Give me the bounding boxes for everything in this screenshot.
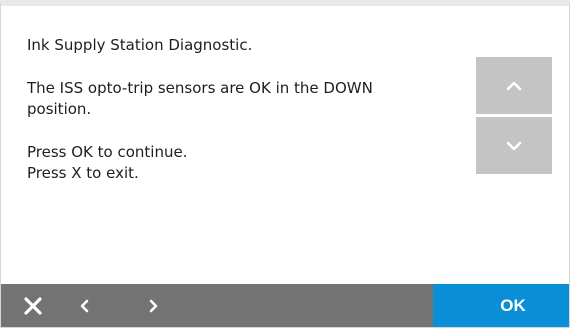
scroll-down-button[interactable] [476,117,552,174]
chevron-left-icon [80,299,89,312]
instruction-exit: Press X to exit. [27,164,139,182]
chevron-right-icon [149,299,158,312]
instruction-continue: Press OK to continue. [27,143,188,161]
ok-button[interactable]: OK [433,284,569,327]
scroll-up-button[interactable] [476,57,552,114]
diagnostic-screen: Ink Supply Station Diagnostic. The ISS o… [0,0,570,328]
message-panel: Ink Supply Station Diagnostic. The ISS o… [27,35,457,184]
status-line-1: The ISS opto-trip sensors are OK in the … [27,79,373,97]
bottom-toolbar: OK [1,284,569,327]
status-line-2: position. [27,100,92,118]
message-title: Ink Supply Station Diagnostic. [27,36,253,54]
chevron-down-icon [506,141,522,150]
chevron-up-icon [506,81,522,90]
previous-button[interactable] [73,284,97,327]
close-icon [24,296,42,315]
close-button[interactable] [19,284,47,327]
next-button[interactable] [141,284,165,327]
